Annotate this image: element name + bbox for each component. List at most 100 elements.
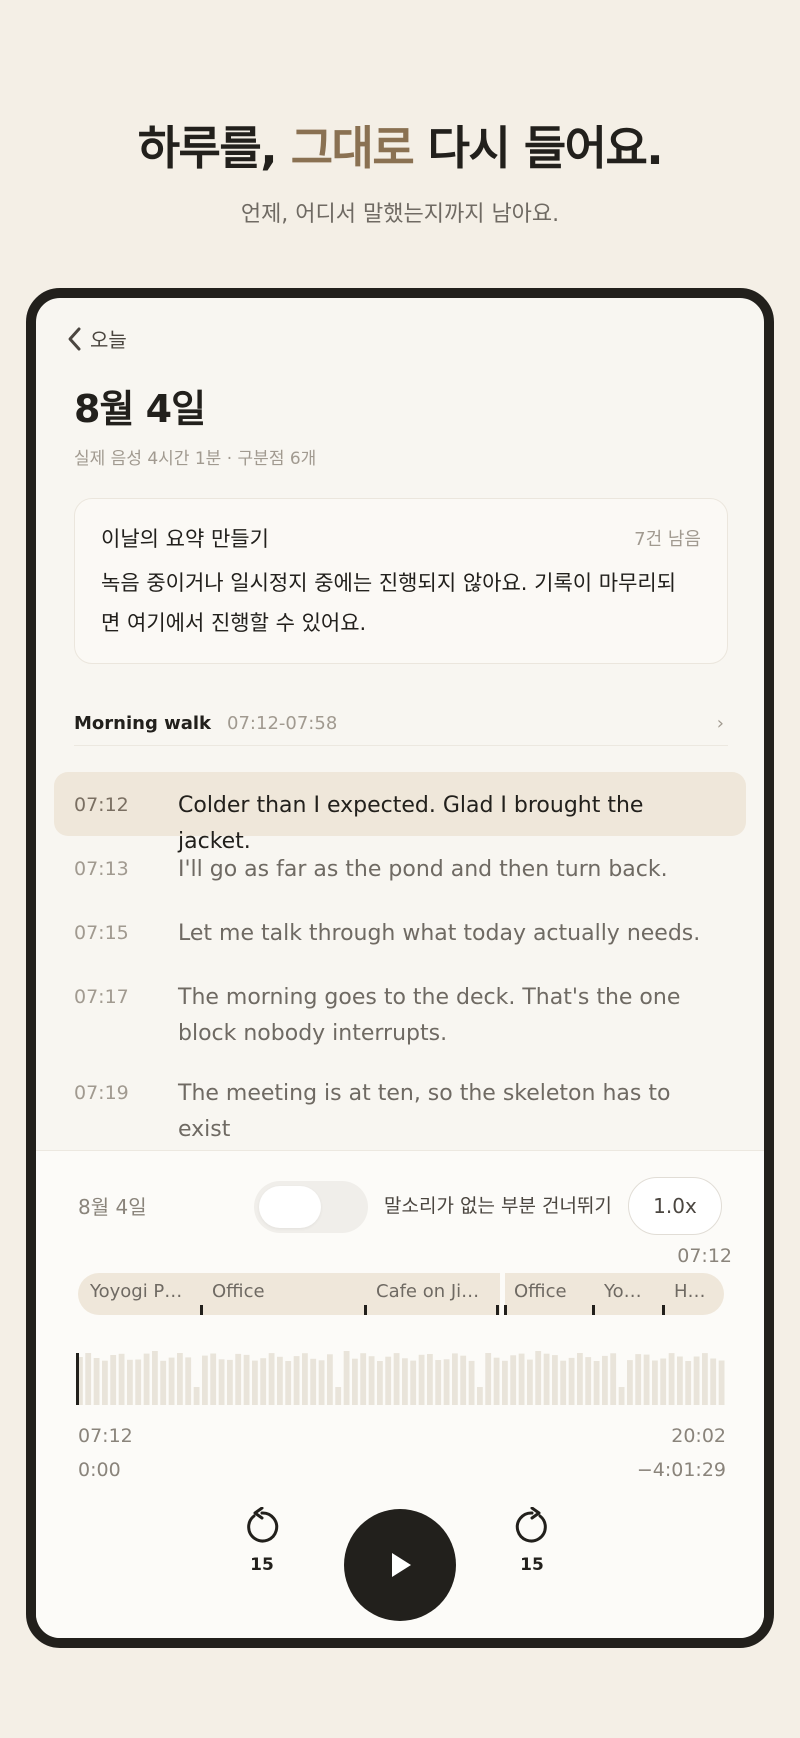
waveform-bar: [318, 1360, 325, 1405]
waveform-bar: [293, 1356, 300, 1405]
waveform-bar: [260, 1358, 267, 1405]
waveform-bar: [202, 1355, 208, 1405]
waveform-bar: [402, 1358, 408, 1405]
waveform-bar: [277, 1356, 283, 1405]
waveform-bar: [627, 1360, 633, 1405]
play-button[interactable]: [344, 1509, 456, 1621]
waveform-bar: [243, 1354, 250, 1405]
segment-tick: [592, 1305, 595, 1315]
waveform-bar: [477, 1387, 483, 1405]
end-clock: 20:02: [671, 1425, 726, 1447]
waveform-bar: [310, 1358, 317, 1405]
waveform-scrubber[interactable]: [76, 1349, 726, 1405]
waveform-bar: [577, 1353, 583, 1405]
page-title: 8월 4일: [74, 387, 206, 431]
waveform-bar: [693, 1356, 700, 1405]
waveform-bar: [93, 1358, 100, 1405]
playback-speed-button[interactable]: 1.0x: [628, 1177, 722, 1235]
waveform-bar: [635, 1354, 642, 1405]
waveform-bar: [585, 1357, 592, 1405]
line-text: Let me talk through what today actually …: [178, 921, 701, 946]
forward-15-icon: [515, 1506, 547, 1543]
audio-player: 8월 4일 말소리가 없는 부분 건너뛰기 1.0x 07:12 Yoyogi …: [36, 1150, 764, 1638]
waveform-bar: [602, 1355, 608, 1405]
rewind-15-icon: [247, 1506, 279, 1543]
summary-title: 이날의 요약 만들기: [101, 527, 269, 551]
headline-pre: 하루를,: [137, 121, 278, 175]
waveform-bar: [385, 1356, 392, 1405]
segment-label[interactable]: Cafe on Ji…: [376, 1281, 479, 1302]
waveform-bar: [668, 1353, 675, 1405]
playhead[interactable]: [76, 1353, 79, 1405]
waveform-bar: [452, 1353, 458, 1405]
section-header[interactable]: Morning walk 07:12-07:58 ›: [74, 702, 728, 746]
waveform-bar: [502, 1360, 508, 1405]
waveform-bar: [435, 1360, 442, 1405]
waveform-bar: [618, 1387, 625, 1405]
waveform-bar: [335, 1387, 342, 1405]
waveform-bar: [135, 1359, 142, 1405]
waveform-bar: [343, 1351, 350, 1405]
line-text: I'll go as far as the pond and then turn…: [178, 857, 668, 882]
skip-silence-toggle[interactable]: [254, 1181, 368, 1233]
waveform-bar: [85, 1353, 92, 1405]
waveform-bar: [460, 1355, 467, 1405]
day-meta: 실제 음성 4시간 1분 · 구분점 6개: [74, 449, 317, 469]
waveform-bar: [377, 1361, 383, 1405]
waveform-bar: [652, 1360, 658, 1405]
waveform-bar: [360, 1353, 367, 1405]
forward-15-button[interactable]: 15: [502, 1506, 562, 1575]
waveform-bar: [527, 1359, 533, 1405]
segment-label[interactable]: Yo…: [604, 1281, 642, 1302]
chevron-left-icon: [68, 327, 81, 350]
hero-subtitle: 언제, 어디서 말했는지까지 남아요.: [240, 202, 560, 227]
headline-post: 다시 들어요.: [427, 121, 664, 175]
hero-headline: 하루를, 그대로 다시 들어요.: [0, 112, 800, 178]
waveform-bar: [127, 1359, 133, 1405]
transcript-line[interactable]: 07:17 The morning goes to the deck. That…: [54, 964, 746, 1060]
waveform-bar: [485, 1353, 492, 1405]
waveform-bar: [218, 1359, 225, 1405]
segment-label[interactable]: Office: [514, 1281, 567, 1302]
waveform-bar: [493, 1357, 500, 1405]
waveform-bar: [535, 1351, 542, 1405]
line-text: The morning goes to the deck. That's the…: [178, 985, 681, 1046]
waveform-bar: [568, 1357, 575, 1405]
segment-label[interactable]: Office: [212, 1281, 265, 1302]
transcript-line[interactable]: 07:19 The meeting is at ten, so the skel…: [54, 1060, 746, 1142]
waveform-bar: [427, 1354, 433, 1405]
segment-tick: [364, 1305, 367, 1315]
section-name: Morning walk: [74, 713, 212, 734]
summary-body: 녹음 중이거나 일시정지 중에는 진행되지 않아요. 기록이 마무리되면 여기에…: [101, 571, 677, 635]
waveform-bar: [268, 1353, 275, 1405]
waveform-bar: [210, 1353, 217, 1405]
waveform-bar: [593, 1361, 600, 1405]
back-label: 오늘: [90, 328, 127, 352]
waveform-bar: [177, 1353, 183, 1405]
waveform-bar: [168, 1357, 175, 1405]
waveform-bar: [443, 1359, 450, 1405]
waveform-bar: [193, 1387, 200, 1405]
summary-card[interactable]: 이날의 요약 만들기 7건 남음 녹음 중이거나 일시정지 중에는 진행되지 않…: [74, 498, 728, 664]
remaining-time: −4:01:29: [636, 1459, 726, 1481]
back-button[interactable]: 오늘: [66, 324, 127, 353]
current-clock: 07:12: [677, 1245, 732, 1267]
line-time: 07:12: [74, 794, 129, 816]
rewind-15-button[interactable]: 15: [232, 1506, 292, 1575]
player-date: 8월 4일: [78, 1195, 147, 1219]
transcript-line[interactable]: 07:13 I'll go as far as the pond and the…: [54, 836, 746, 900]
location-segments[interactable]: Yoyogi P… Office Cafe on Ji… Office Yo… …: [78, 1273, 724, 1315]
transcript-line[interactable]: 07:12 Colder than I expected. Glad I bro…: [54, 772, 746, 854]
waveform-bar: [160, 1360, 167, 1405]
segment-label[interactable]: Yoyogi P…: [90, 1281, 182, 1302]
waveform-bar: [660, 1358, 667, 1405]
waveform-bar: [710, 1358, 717, 1405]
transcript-line[interactable]: 07:15 Let me talk through what today act…: [54, 900, 746, 964]
waveform-bar: [227, 1359, 233, 1405]
waveform-bar: [418, 1354, 425, 1405]
waveform-bar: [302, 1353, 308, 1405]
segment-label[interactable]: H…: [674, 1281, 706, 1302]
waveform-bar: [143, 1353, 150, 1405]
chevron-right-icon: ›: [716, 713, 724, 734]
play-icon: [392, 1553, 411, 1577]
